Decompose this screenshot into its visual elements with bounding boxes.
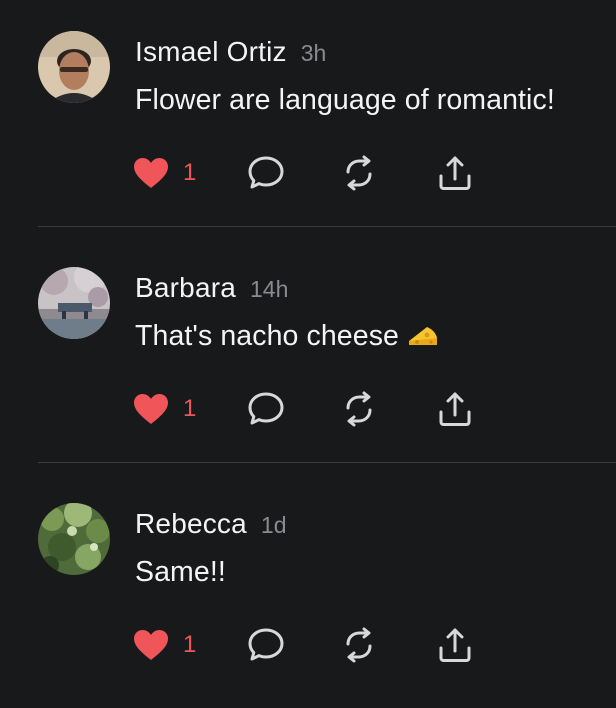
reply-button[interactable] xyxy=(247,154,285,192)
repost-arrows-icon xyxy=(346,391,372,427)
share-icon xyxy=(439,392,471,426)
like-button[interactable]: 1 xyxy=(133,626,196,664)
like-count: 1 xyxy=(183,631,197,658)
heart-icon xyxy=(134,630,168,660)
repost-arrows-icon xyxy=(346,627,372,663)
avatar[interactable] xyxy=(38,503,110,575)
repost-button[interactable] xyxy=(341,154,377,192)
like-button[interactable]: 1 xyxy=(133,390,196,428)
repost-button[interactable] xyxy=(341,390,377,428)
divider xyxy=(38,462,616,463)
avatar[interactable] xyxy=(38,31,110,103)
like-count: 1 xyxy=(183,395,197,422)
like-button[interactable]: 1 xyxy=(133,154,196,192)
speech-bubble-icon xyxy=(248,628,284,661)
divider xyxy=(38,226,616,227)
heart-icon xyxy=(134,158,168,188)
post-header: Rebecca 1d xyxy=(135,508,287,540)
post-time: 14h xyxy=(250,276,289,302)
heart-icon xyxy=(134,394,168,424)
author-name[interactable]: Rebecca xyxy=(135,508,247,539)
post-header: Barbara 14h xyxy=(135,272,288,304)
share-icon xyxy=(439,156,471,190)
reply-button[interactable] xyxy=(247,390,285,428)
share-button[interactable] xyxy=(437,390,473,428)
author-name[interactable]: Ismael Ortiz xyxy=(135,36,287,67)
post-text: Flower are language of romantic! xyxy=(135,84,555,116)
share-button[interactable] xyxy=(437,626,473,664)
post: Rebecca 1d Same!! 1 xyxy=(0,472,616,708)
share-icon xyxy=(439,628,471,662)
post-actions: 1 xyxy=(133,626,493,664)
post-text-content: That's nacho cheese xyxy=(135,320,400,352)
cheese-emoji-icon xyxy=(407,323,439,357)
post-text: That's nacho cheese xyxy=(135,320,439,357)
post: Barbara 14h That's nacho cheese 1 xyxy=(0,236,616,472)
post-time: 1d xyxy=(260,512,287,538)
speech-bubble-icon xyxy=(248,156,284,189)
avatar[interactable] xyxy=(38,267,110,339)
post-header: Ismael Ortiz 3h xyxy=(135,36,326,68)
speech-bubble-icon xyxy=(248,392,284,425)
repost-arrows-icon xyxy=(346,155,372,191)
like-count: 1 xyxy=(183,159,197,186)
post: Ismael Ortiz 3h Flower are language of ro… xyxy=(0,0,616,236)
post-time: 3h xyxy=(300,40,327,66)
post-actions: 1 xyxy=(133,154,493,192)
share-button[interactable] xyxy=(437,154,473,192)
post-text: Same!! xyxy=(135,556,226,588)
repost-button[interactable] xyxy=(341,626,377,664)
author-name[interactable]: Barbara xyxy=(135,272,236,303)
reply-button[interactable] xyxy=(247,626,285,664)
post-actions: 1 xyxy=(133,390,493,428)
